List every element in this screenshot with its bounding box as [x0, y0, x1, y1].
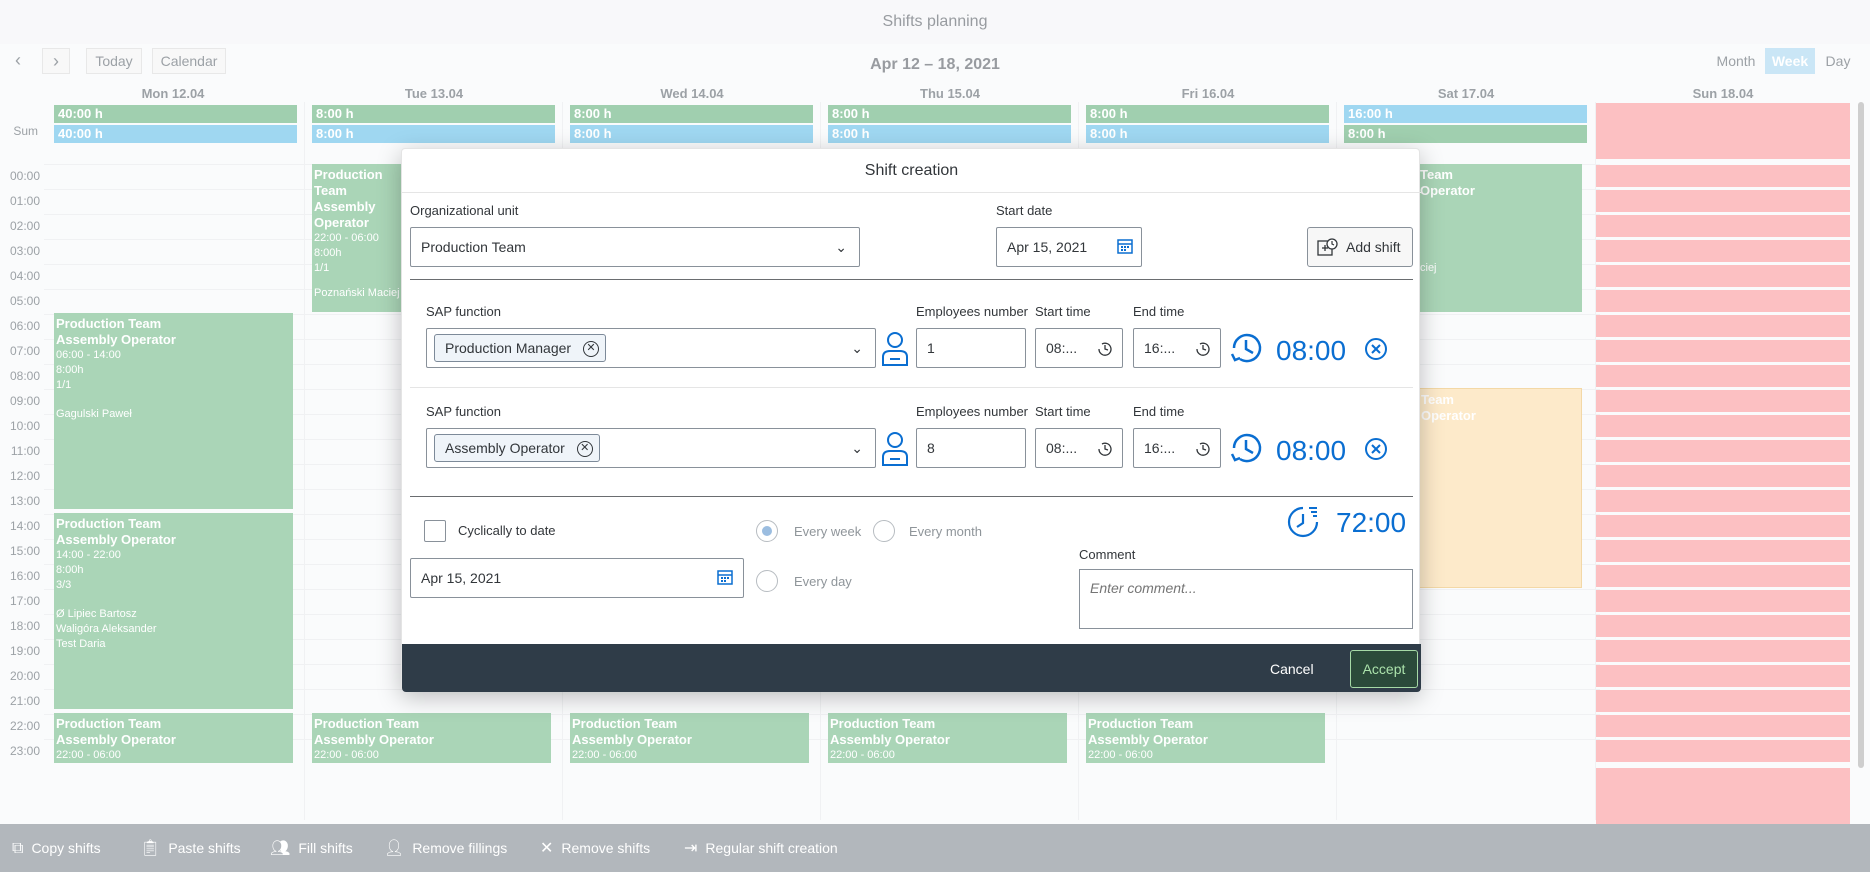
sap-function-label: SAP function: [426, 404, 501, 419]
add-shift-icon: [1316, 237, 1338, 259]
shift-creation-dialog: Shift creation Organizational unit Produ…: [401, 148, 1421, 692]
employees-number-label: Employees number: [916, 304, 1028, 319]
org-unit-label: Organizational unit: [410, 203, 519, 218]
total-duration-icon: [1285, 504, 1321, 540]
sap-function-label: SAP function: [426, 304, 501, 319]
start-time-picker[interactable]: 08:...: [1035, 428, 1123, 468]
every-month-label: Every month: [909, 524, 982, 539]
start-time-label: Start time: [1035, 404, 1091, 419]
time-history-icon: [1096, 340, 1114, 358]
chevron-down-icon: ⌄: [851, 340, 863, 356]
end-time-label: End time: [1133, 304, 1185, 319]
divider: [410, 387, 1413, 388]
start-time-value: 08:...: [1046, 340, 1078, 356]
duration-clock-icon: [1228, 430, 1264, 466]
chevron-down-icon: ⌄: [835, 239, 847, 255]
end-time-picker[interactable]: 16:...: [1133, 428, 1221, 468]
divider: [410, 279, 1413, 280]
org-unit-value: Production Team: [421, 239, 526, 255]
shift-duration: 08:00: [1276, 435, 1347, 466]
duration-clock-icon: [1228, 330, 1264, 366]
cyclic-label: Cyclically to date: [458, 523, 556, 538]
time-history-icon: [1096, 440, 1114, 458]
divider: [410, 496, 1413, 497]
cyclic-date-picker[interactable]: Apr 15, 2021: [410, 558, 744, 598]
chevron-down-icon: ⌄: [851, 440, 863, 456]
cyclic-date-value: Apr 15, 2021: [421, 570, 502, 586]
end-time-label: End time: [1133, 404, 1185, 419]
person-icon[interactable]: [880, 429, 910, 469]
start-date-picker[interactable]: Apr 15, 2021: [996, 227, 1142, 267]
add-shift-button[interactable]: Add shift: [1307, 227, 1413, 267]
token-remove-icon[interactable]: ✕: [582, 341, 599, 358]
start-date-label: Start date: [996, 203, 1053, 218]
accept-button[interactable]: Accept: [1350, 650, 1418, 688]
every-month-radio[interactable]: [873, 520, 895, 542]
token-label: Production Manager: [445, 340, 572, 356]
person-icon[interactable]: [880, 329, 910, 369]
remove-row-icon[interactable]: [1364, 337, 1388, 361]
comment-input[interactable]: [1079, 569, 1413, 629]
end-time-value: 16:...: [1144, 340, 1176, 356]
employees-number-label: Employees number: [916, 404, 1028, 419]
start-time-value: 08:...: [1046, 440, 1078, 456]
calendar-icon: [717, 569, 733, 585]
token-remove-icon[interactable]: ✕: [576, 441, 593, 458]
org-unit-select[interactable]: Production Team ⌄: [410, 227, 860, 267]
sap-function-token[interactable]: Assembly Operator ✕: [434, 434, 600, 462]
start-time-label: Start time: [1035, 304, 1091, 319]
every-day-label: Every day: [794, 574, 852, 589]
every-day-radio[interactable]: [756, 570, 778, 592]
end-time-value: 16:...: [1144, 440, 1176, 456]
employees-number-input[interactable]: 8: [916, 428, 1026, 468]
start-time-picker[interactable]: 08:...: [1035, 328, 1123, 368]
every-week-radio[interactable]: [756, 520, 778, 542]
time-history-icon: [1194, 340, 1212, 358]
total-duration: 72:00: [1336, 507, 1407, 538]
start-date-value: Apr 15, 2021: [1007, 239, 1088, 255]
calendar-icon: [1117, 238, 1133, 254]
sap-function-token[interactable]: Production Manager ✕: [434, 334, 606, 362]
dialog-title: Shift creation: [402, 149, 1421, 193]
comment-label: Comment: [1079, 547, 1136, 562]
employees-number-input[interactable]: 1: [916, 328, 1026, 368]
time-history-icon: [1194, 440, 1212, 458]
end-time-picker[interactable]: 16:...: [1133, 328, 1221, 368]
cancel-button[interactable]: Cancel: [1262, 654, 1322, 684]
token-label: Assembly Operator: [445, 440, 565, 456]
cyclic-checkbox[interactable]: [424, 520, 446, 542]
every-week-label: Every week: [794, 524, 862, 539]
add-shift-label: Add shift: [1346, 239, 1401, 255]
shift-duration: 08:00: [1276, 335, 1347, 366]
remove-row-icon[interactable]: [1364, 437, 1388, 461]
